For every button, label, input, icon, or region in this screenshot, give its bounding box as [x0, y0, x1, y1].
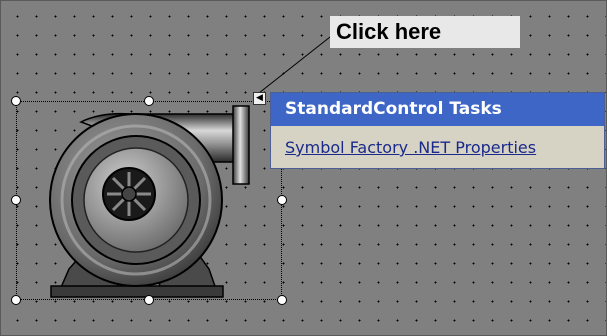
resize-handle-bottom-right[interactable] [277, 295, 287, 305]
design-surface[interactable]: ◀ Click here StandardControl Tasks Symbo… [0, 0, 607, 336]
resize-handle-bottom[interactable] [144, 295, 154, 305]
callout-label: Click here [330, 16, 520, 48]
resize-handle-top-left[interactable] [11, 96, 21, 106]
resize-handle-left[interactable] [11, 195, 21, 205]
resize-handle-right[interactable] [277, 195, 287, 205]
tasks-panel-title: StandardControl Tasks [271, 93, 604, 126]
callout-text: Click here [336, 19, 442, 44]
resize-handle-top[interactable] [144, 96, 154, 106]
smart-tag-button[interactable]: ◀ [253, 92, 266, 105]
left-arrow-icon: ◀ [256, 93, 263, 103]
resize-handle-bottom-left[interactable] [11, 295, 21, 305]
tasks-panel: StandardControl Tasks Symbol Factory .NE… [270, 92, 605, 169]
symbol-factory-properties-link[interactable]: Symbol Factory .NET Properties [271, 138, 604, 157]
selection-box[interactable] [16, 101, 282, 300]
